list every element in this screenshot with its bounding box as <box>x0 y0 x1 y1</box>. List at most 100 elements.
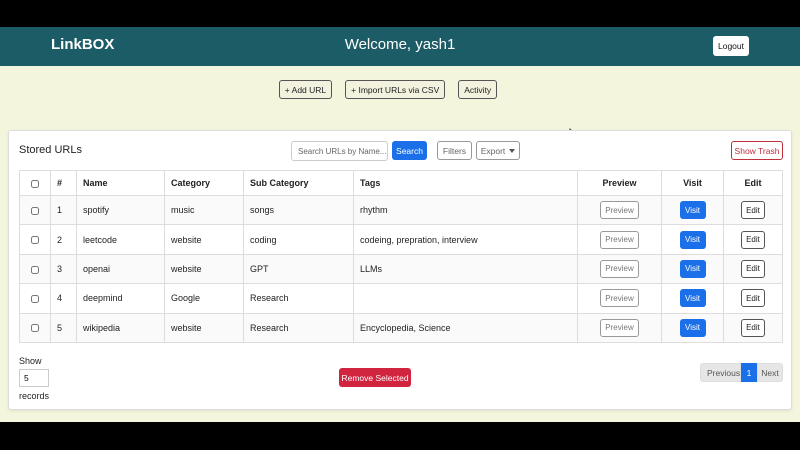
row-select-cell <box>19 312 51 343</box>
row-category: website <box>164 224 244 255</box>
edit-button[interactable]: Edit <box>741 289 765 308</box>
row-num: 5 <box>50 312 77 343</box>
row-checkbox[interactable] <box>31 324 39 333</box>
row-subcategory: coding <box>243 224 354 255</box>
records-label: records <box>19 391 50 401</box>
preview-button[interactable]: Preview <box>600 201 639 220</box>
caret-down-icon <box>509 149 516 154</box>
edit-button[interactable]: Edit <box>741 230 765 249</box>
table-row: 4 deepmind Google Research Preview Visit… <box>19 283 783 314</box>
remove-selected-button[interactable]: Remove Selected <box>339 368 411 387</box>
row-num: 4 <box>50 283 77 314</box>
row-preview-cell: Preview <box>577 194 662 226</box>
card-title: Stored URLs <box>19 144 82 156</box>
row-category: website <box>164 312 244 343</box>
select-all-checkbox[interactable] <box>31 179 39 188</box>
table-row: 3 openai website GPT LLMs Preview Visit … <box>19 253 783 285</box>
screen-top-border <box>0 0 800 27</box>
row-edit-cell: Edit <box>723 194 783 226</box>
row-preview-cell: Preview <box>577 312 662 343</box>
visit-button[interactable]: Visit <box>679 230 706 249</box>
row-edit-cell: Edit <box>723 283 783 314</box>
row-category: music <box>164 194 244 226</box>
export-label: Export <box>480 145 506 156</box>
pagination-page-1[interactable]: 1 <box>741 363 757 382</box>
import-csv-button[interactable]: + Import URLs via CSV <box>345 80 446 99</box>
visit-button[interactable]: Visit <box>679 289 706 308</box>
row-name: deepmind <box>76 283 165 314</box>
row-tags: LLMs <box>353 253 578 285</box>
show-trash-button[interactable]: Show Trash <box>731 141 783 160</box>
header-preview: Preview <box>577 170 662 196</box>
visit-button[interactable]: Visit <box>679 259 706 278</box>
header-tags: Tags <box>353 170 578 196</box>
visit-button[interactable]: Visit <box>679 318 706 337</box>
records-per-page-input[interactable] <box>19 369 49 387</box>
row-tags: Encyclopedia, Science <box>353 312 578 343</box>
table-header-row: # Name Category Sub Category Tags Previe… <box>19 170 783 196</box>
navbar: LinkBOX Welcome, yash1 Logout <box>0 27 800 66</box>
pagination-previous[interactable]: Previous <box>700 363 741 382</box>
preview-button[interactable]: Preview <box>600 318 639 337</box>
preview-button[interactable]: Preview <box>600 289 639 308</box>
row-subcategory: songs <box>243 194 354 226</box>
preview-button[interactable]: Preview <box>600 230 639 249</box>
header-category: Category <box>164 170 244 196</box>
table-row: 5 wikipedia website Research Encyclopedi… <box>19 312 783 343</box>
row-subcategory: Research <box>243 312 354 343</box>
add-url-button[interactable]: + Add URL <box>278 80 333 99</box>
edit-button[interactable]: Edit <box>741 318 765 337</box>
row-tags: codeing, prepration, interview <box>353 224 578 255</box>
row-visit-cell: Visit <box>661 312 724 343</box>
row-subcategory: Research <box>243 283 354 314</box>
row-edit-cell: Edit <box>723 253 783 285</box>
edit-button[interactable]: Edit <box>741 201 765 220</box>
row-num: 2 <box>50 224 77 255</box>
show-label: Show <box>19 356 42 366</box>
logout-button[interactable]: Logout <box>713 36 749 56</box>
edit-button[interactable]: Edit <box>741 259 765 278</box>
row-edit-cell: Edit <box>723 312 783 343</box>
row-select-cell <box>19 283 51 314</box>
activity-button[interactable]: Activity <box>458 80 498 99</box>
row-preview-cell: Preview <box>577 224 662 255</box>
row-name: openai <box>76 253 165 285</box>
row-visit-cell: Visit <box>661 194 724 226</box>
export-dropdown-button[interactable]: Export <box>476 141 520 160</box>
row-edit-cell: Edit <box>723 224 783 255</box>
page-body: + Add URL + Import URLs via CSV Activity… <box>0 66 800 422</box>
row-checkbox[interactable] <box>31 206 39 215</box>
table-row: 2 leetcode website coding codeing, prepr… <box>19 224 783 255</box>
row-checkbox[interactable] <box>31 236 39 245</box>
preview-button[interactable]: Preview <box>600 259 639 278</box>
pagination-next[interactable]: Next <box>757 363 783 382</box>
row-num: 3 <box>50 253 77 285</box>
row-subcategory: GPT <box>243 253 354 285</box>
search-button[interactable]: Search <box>392 141 427 160</box>
row-name: leetcode <box>76 224 165 255</box>
header-num: # <box>50 170 77 196</box>
select-all-header <box>19 170 51 196</box>
screen-bottom-border <box>0 422 800 450</box>
row-tags: rhythm <box>353 194 578 226</box>
search-input[interactable] <box>291 141 388 161</box>
row-checkbox[interactable] <box>31 294 39 303</box>
header-subcategory: Sub Category <box>243 170 354 196</box>
row-select-cell <box>19 194 51 226</box>
row-select-cell <box>19 224 51 255</box>
visit-button[interactable]: Visit <box>679 201 706 220</box>
row-tags <box>353 283 578 314</box>
row-name: wikipedia <box>76 312 165 343</box>
table-row: 1 spotify music songs rhythm Preview Vis… <box>19 194 783 226</box>
row-visit-cell: Visit <box>661 253 724 285</box>
header-name: Name <box>76 170 165 196</box>
pagination: Previous 1 Next <box>700 363 783 382</box>
row-visit-cell: Visit <box>661 224 724 255</box>
row-category: Google <box>164 283 244 314</box>
urls-table: # Name Category Sub Category Tags Previe… <box>19 170 783 343</box>
filters-button[interactable]: Filters <box>437 141 472 160</box>
row-select-cell <box>19 253 51 285</box>
row-preview-cell: Preview <box>577 283 662 314</box>
row-visit-cell: Visit <box>661 283 724 314</box>
row-checkbox[interactable] <box>31 265 39 274</box>
